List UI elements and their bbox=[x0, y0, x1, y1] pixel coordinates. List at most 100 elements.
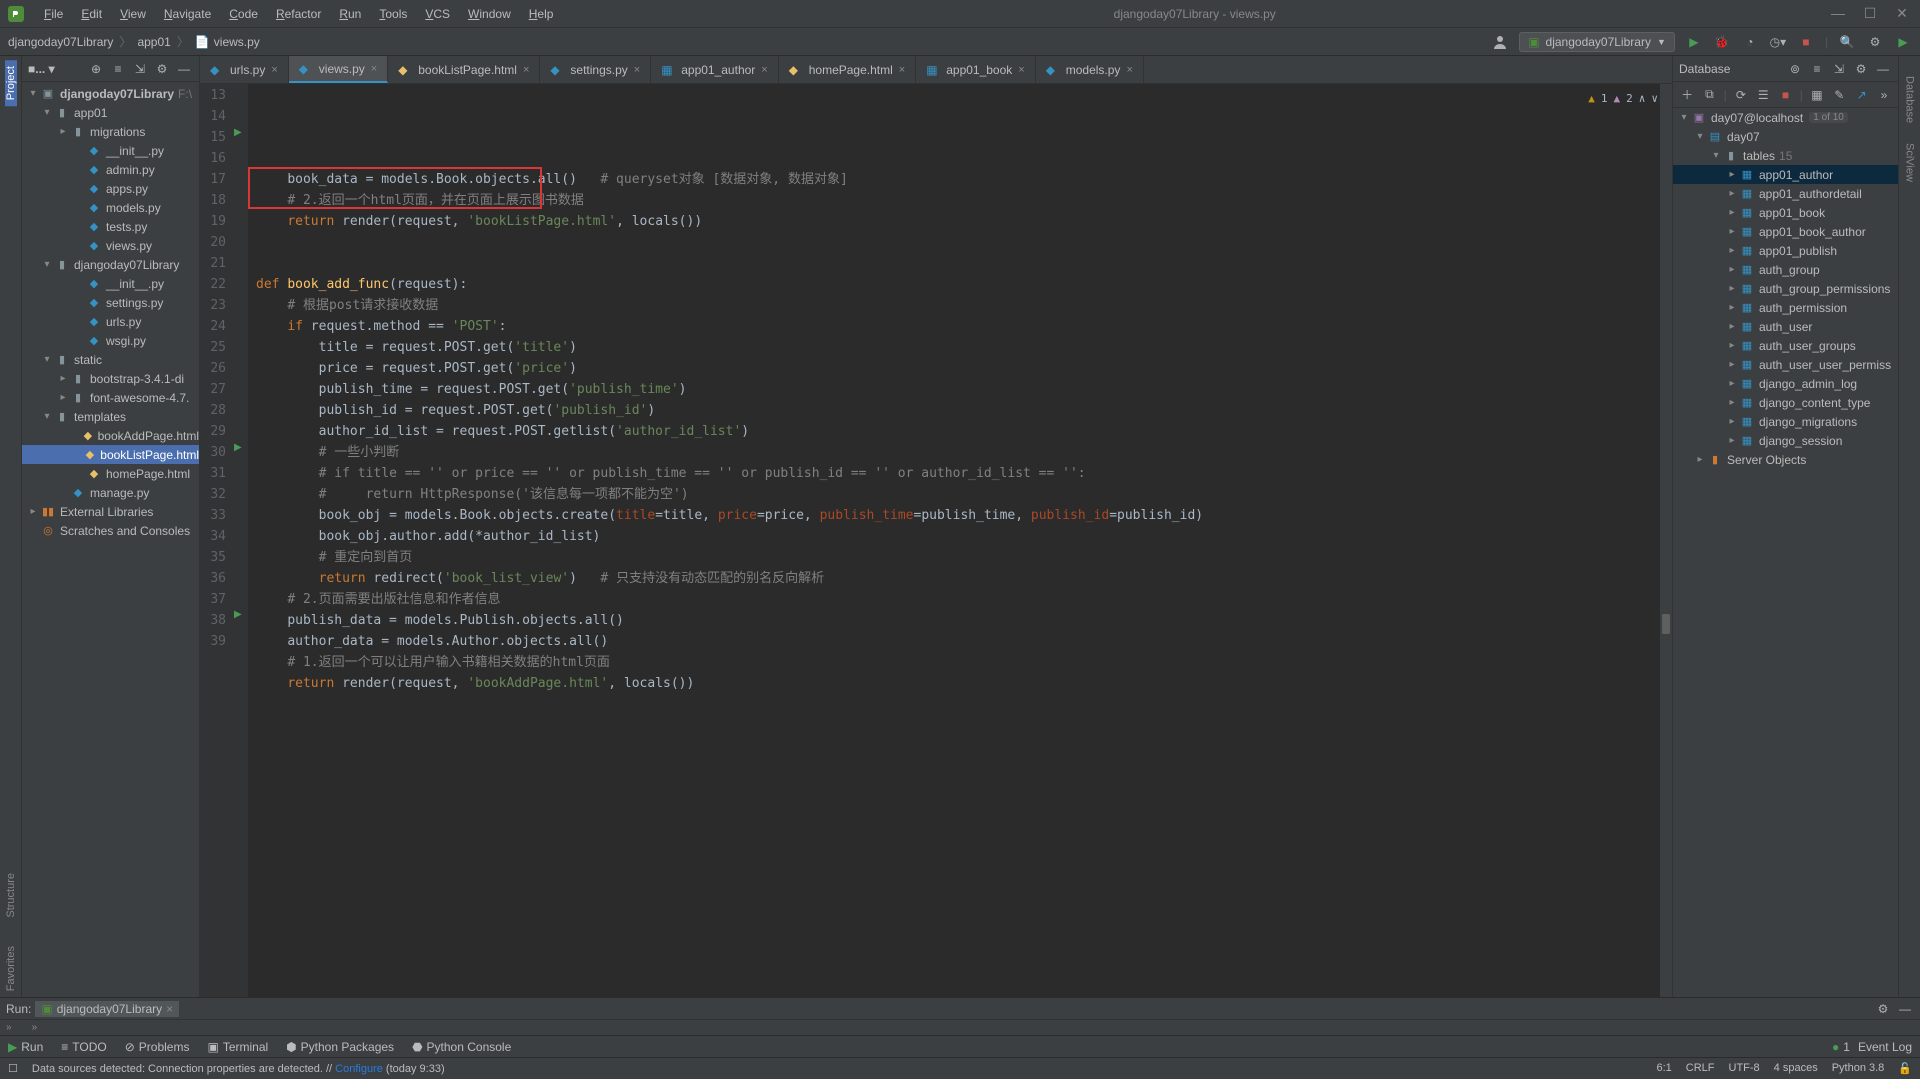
tree-item-wsgi-py[interactable]: ◆wsgi.py bbox=[22, 331, 199, 350]
db-item-auth-permission[interactable]: ▸▦auth_permission bbox=[1673, 298, 1898, 317]
db-item-auth-user[interactable]: ▸▦auth_user bbox=[1673, 317, 1898, 336]
expand-icon[interactable]: » bbox=[6, 1022, 12, 1033]
db-item-app01-publish[interactable]: ▸▦app01_publish bbox=[1673, 241, 1898, 260]
scrollbar-thumb[interactable] bbox=[1662, 614, 1670, 634]
run-tab[interactable]: ▣ djangoday07Library × bbox=[35, 1001, 179, 1017]
project-root[interactable]: ▾▣djangoday07Library F:\ bbox=[22, 84, 199, 103]
tab-settings-py[interactable]: ◆settings.py× bbox=[540, 56, 651, 83]
select-opened-file-icon[interactable]: ⊕ bbox=[87, 60, 105, 78]
expand-all-icon[interactable]: ≡ bbox=[109, 60, 127, 78]
scrollbar[interactable] bbox=[1660, 84, 1672, 997]
db-item-day07-localhost[interactable]: ▾▣day07@localhost1 of 10 bbox=[1673, 108, 1898, 127]
db-item-django-migrations[interactable]: ▸▦django_migrations bbox=[1673, 412, 1898, 431]
settings-button[interactable]: ⚙ bbox=[1866, 33, 1884, 51]
project-tree[interactable]: ▾▣djangoday07Library F:\▾▮app01▸▮migrati… bbox=[22, 82, 199, 997]
python-packages-tool-button[interactable]: ⬢Python Packages bbox=[286, 1040, 394, 1054]
db-collapse-icon[interactable]: ⇲ bbox=[1830, 60, 1848, 78]
run-gutter-icon[interactable]: ▶ bbox=[234, 442, 242, 453]
db-item-app01-author[interactable]: ▸▦app01_author bbox=[1673, 165, 1898, 184]
breadcrumb-item[interactable]: app01 bbox=[137, 35, 170, 49]
hide-panel-icon[interactable]: — bbox=[175, 60, 193, 78]
close-icon[interactable]: × bbox=[1018, 64, 1024, 76]
tree-item-bookaddpage-html[interactable]: ◆bookAddPage.html bbox=[22, 426, 199, 445]
menu-navigate[interactable]: Navigate bbox=[156, 3, 219, 25]
db-item-day07[interactable]: ▾▤day07 bbox=[1673, 127, 1898, 146]
collapse-all-icon[interactable]: ⇲ bbox=[131, 60, 149, 78]
db-item-app01-authordetail[interactable]: ▸▦app01_authordetail bbox=[1673, 184, 1898, 203]
menu-file[interactable]: File bbox=[36, 3, 71, 25]
add-datasource-icon[interactable]: ＋ bbox=[1679, 86, 1695, 104]
tree-item-apps-py[interactable]: ◆apps.py bbox=[22, 179, 199, 198]
menu-code[interactable]: Code bbox=[221, 3, 266, 25]
minimize-icon[interactable]: — bbox=[1828, 5, 1848, 22]
menu-refactor[interactable]: Refactor bbox=[268, 3, 329, 25]
file-encoding[interactable]: UTF-8 bbox=[1729, 1062, 1760, 1075]
structure-tool-button[interactable]: Structure bbox=[5, 867, 17, 924]
event-log-tool-button[interactable]: ●1 Event Log bbox=[1832, 1040, 1912, 1054]
maximize-icon[interactable]: ☐ bbox=[1860, 5, 1880, 22]
interpreter[interactable]: Python 3.8 bbox=[1832, 1062, 1885, 1075]
db-item-auth-user-user-permiss[interactable]: ▸▦auth_user_user_permiss bbox=[1673, 355, 1898, 374]
status-tool-icon[interactable]: ☐ bbox=[8, 1062, 18, 1075]
python-console-tool-button[interactable]: ⬣Python Console bbox=[412, 1040, 511, 1054]
close-icon[interactable]: × bbox=[761, 64, 767, 76]
tab-app01-book[interactable]: ▦app01_book× bbox=[916, 56, 1036, 83]
tree-item-font-awesome-4-7-[interactable]: ▸▮font-awesome-4.7. bbox=[22, 388, 199, 407]
todo-tool-button[interactable]: ≡TODO bbox=[61, 1040, 106, 1054]
db-item-auth-group[interactable]: ▸▦auth_group bbox=[1673, 260, 1898, 279]
refresh-icon[interactable]: ⟳ bbox=[1733, 86, 1749, 104]
tree-item-static[interactable]: ▾▮static bbox=[22, 350, 199, 369]
stop-button[interactable]: ■ bbox=[1797, 33, 1815, 51]
menu-tools[interactable]: Tools bbox=[371, 3, 415, 25]
project-tool-button[interactable]: Project bbox=[5, 60, 17, 106]
run-anything-button[interactable]: ▶ bbox=[1894, 33, 1912, 51]
tree-item-app01[interactable]: ▾▮app01 bbox=[22, 103, 199, 122]
menu-window[interactable]: Window bbox=[460, 3, 519, 25]
db-item-django-content-type[interactable]: ▸▦django_content_type bbox=[1673, 393, 1898, 412]
tab-models-py[interactable]: ◆models.py× bbox=[1036, 56, 1144, 83]
problems-tool-button[interactable]: ⊘Problems bbox=[125, 1040, 190, 1054]
tree-item-scratches-and-consoles[interactable]: ◎Scratches and Consoles bbox=[22, 521, 199, 540]
tree-item-djangoday07library[interactable]: ▾▮djangoday07Library bbox=[22, 255, 199, 274]
stop-icon[interactable]: ■ bbox=[1777, 86, 1793, 104]
tree-item-migrations[interactable]: ▸▮migrations bbox=[22, 122, 199, 141]
hide-panel-icon[interactable]: — bbox=[1874, 60, 1892, 78]
menu-run[interactable]: Run bbox=[331, 3, 369, 25]
db-item-tables[interactable]: ▾▮tables15 bbox=[1673, 146, 1898, 165]
db-item-app01-book-author[interactable]: ▸▦app01_book_author bbox=[1673, 222, 1898, 241]
run-button[interactable]: ▶ bbox=[1685, 33, 1703, 51]
run-gutter-icon[interactable]: ▶ bbox=[234, 127, 242, 138]
db-item-auth-group-permissions[interactable]: ▸▦auth_group_permissions bbox=[1673, 279, 1898, 298]
tree-item-manage-py[interactable]: ◆manage.py bbox=[22, 483, 199, 502]
close-icon[interactable]: × bbox=[1126, 64, 1132, 76]
db-sync-icon[interactable]: ⊚ bbox=[1786, 60, 1804, 78]
prev-highlight-icon[interactable]: ∧ bbox=[1639, 88, 1646, 109]
db-item-django-session[interactable]: ▸▦django_session bbox=[1673, 431, 1898, 450]
tree-item-views-py[interactable]: ◆views.py bbox=[22, 236, 199, 255]
menu-help[interactable]: Help bbox=[521, 3, 562, 25]
line-separator[interactable]: CRLF bbox=[1686, 1062, 1715, 1075]
db-item-auth-user-groups[interactable]: ▸▦auth_user_groups bbox=[1673, 336, 1898, 355]
debug-button[interactable]: 🐞 bbox=[1713, 33, 1731, 51]
filter-icon[interactable]: ☰ bbox=[1755, 86, 1771, 104]
tab-homepage-html[interactable]: ◆homePage.html× bbox=[779, 56, 916, 83]
breadcrumb-item[interactable]: djangoday07Library bbox=[8, 35, 113, 49]
edit-icon[interactable]: ✎ bbox=[1831, 86, 1847, 104]
close-icon[interactable]: × bbox=[523, 64, 529, 76]
close-icon[interactable]: × bbox=[899, 64, 905, 76]
tab-views-py[interactable]: ◆views.py× bbox=[289, 56, 388, 83]
database-tree[interactable]: ▾▣day07@localhost1 of 10▾▤day07▾▮tables1… bbox=[1673, 108, 1898, 997]
db-item-django-admin-log[interactable]: ▸▦django_admin_log bbox=[1673, 374, 1898, 393]
indent-info[interactable]: 4 spaces bbox=[1774, 1062, 1818, 1075]
tab-urls-py[interactable]: ◆urls.py× bbox=[200, 56, 289, 83]
tab-app01-author[interactable]: ▦app01_author× bbox=[651, 56, 779, 83]
tree-item-models-py[interactable]: ◆models.py bbox=[22, 198, 199, 217]
menu-vcs[interactable]: VCS bbox=[417, 3, 458, 25]
tree-item-bootstrap-3-4-1-di[interactable]: ▸▮bootstrap-3.4.1-di bbox=[22, 369, 199, 388]
hide-panel-icon[interactable]: — bbox=[1896, 1000, 1914, 1018]
code-editor[interactable]: ▲1 ▲2 ∧ ∨ book_data = models.Book.object… bbox=[248, 84, 1660, 997]
more-icon[interactable]: » bbox=[1876, 86, 1892, 104]
gear-icon[interactable]: ⚙ bbox=[1852, 60, 1870, 78]
tree-item-templates[interactable]: ▾▮templates bbox=[22, 407, 199, 426]
tree-item-external-libraries[interactable]: ▸▮▮External Libraries bbox=[22, 502, 199, 521]
